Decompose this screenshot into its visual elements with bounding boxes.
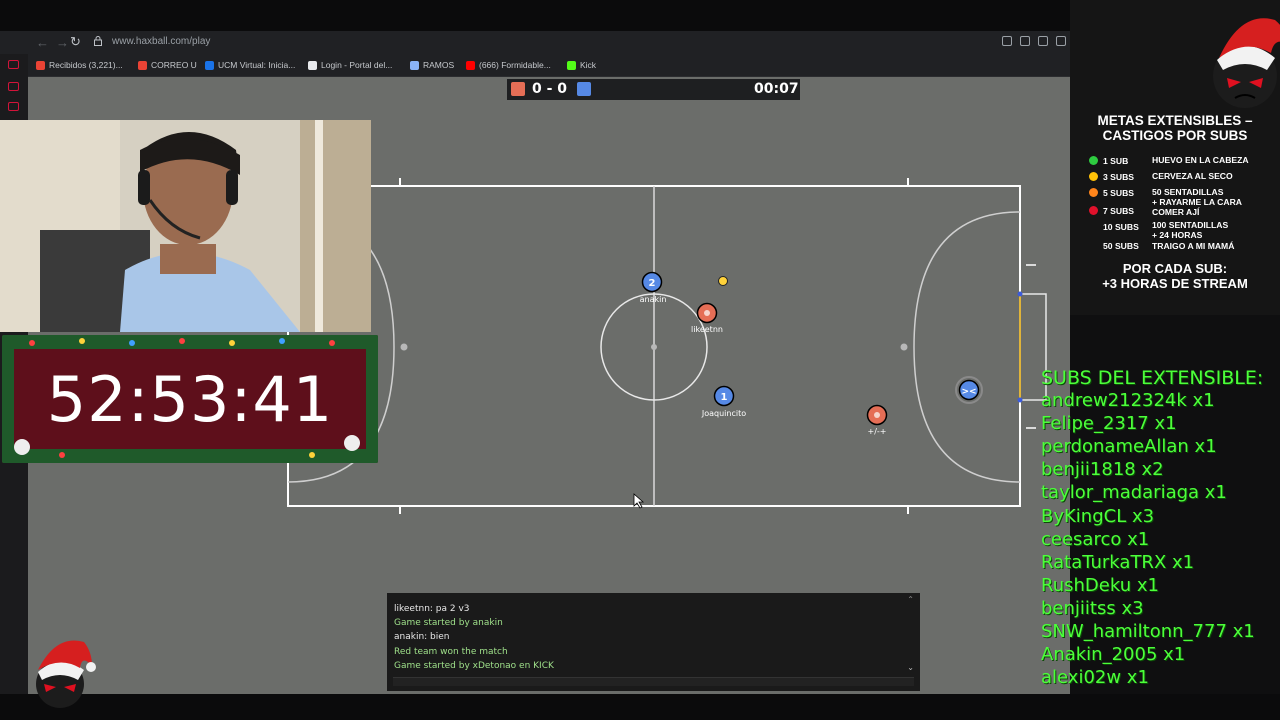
red-team-icon [511,82,525,96]
bookmark-ramos[interactable]: RAMOS [410,60,454,70]
ball [718,276,728,286]
youtube-icon [466,60,475,70]
forward-icon[interactable]: → [56,35,69,50]
score: 0 - 0 [532,81,568,97]
bookmark-ucm-virtual[interactable]: UCM Virtual: Inicia... [205,60,295,70]
penalty-subs: 5 SUBS [1103,188,1135,198]
screenshot-icon[interactable] [1020,36,1030,46]
right-area [913,211,1021,483]
kick-icon [567,60,576,70]
player-name: anakin [639,295,667,304]
penalty-desc: CERVEZA AL SECO [1152,171,1233,181]
goal-post [1017,397,1023,403]
chat-message: likeetnn: pa 2 v3 [394,604,470,614]
webcam-feed [0,120,371,332]
bookmark-kick[interactable]: Kick [567,60,596,70]
penalty-desc: COMER AJÍ [1152,207,1200,217]
chat-panel: ⌃ likeetnn: pa 2 v3 Game started by anak… [387,593,920,691]
sub-entry: taylor_madariaga x1 [1041,482,1227,503]
player-name: +/-+ [867,427,887,436]
penalty-subs: 1 SUB [1103,156,1129,166]
shield-icon[interactable] [1038,36,1048,46]
chat-input[interactable] [393,677,914,686]
sub-entry: ByKingCL x3 [1041,506,1155,527]
chat-message: anakin: bien [394,632,450,642]
penalty-subs: 50 SUBS [1103,241,1139,251]
browser-top-strip [0,0,1070,31]
ramos-icon [410,60,419,70]
player-disc-red-2 [866,404,888,426]
sub-entry: andrew212324k x1 [1041,390,1215,411]
subs-list-title: SUBS DEL EXTENSIBLE: [1041,367,1264,389]
chat-message: Game started by xDetonao en KICK [394,661,554,671]
sub-entry: SNW_hamiltonn_777 x1 [1041,621,1255,642]
bookmark-correo-u[interactable]: CORREO U [138,60,197,70]
player-disc-red-likeetnn [696,302,718,324]
panel-title: METAS EXTENSIBLES – CASTIGOS POR SUBS [1097,113,1253,143]
sub-entry: benjii1818 x2 [1041,459,1164,480]
penalty-desc: TRAIGO A MI MAMÁ [1152,241,1235,251]
chevron-down-icon[interactable]: ⌄ [907,663,914,672]
bookmark-icon[interactable] [1002,36,1012,46]
player-disc-blue-2: 2 [641,271,663,293]
svg-text:1: 1 [721,392,728,403]
side-panel-icon[interactable] [8,60,19,69]
panel-footer: POR CADA SUB: +3 HORAS DE STREAM [1102,261,1248,291]
sub-entry: benjiitss x3 [1041,598,1144,619]
bookmark-recibidos[interactable]: Recibidos (3,221)... [36,60,123,70]
player-name: Joaquincito [701,409,747,418]
chat-message: Game started by anakin [394,618,503,628]
address-bar: ← → ↻ www.haxball.com/play [0,31,1070,54]
player-name: likeetnn [691,325,723,334]
back-icon[interactable]: ← [36,35,49,50]
sub-entry: RushDeku x1 [1041,575,1159,596]
match-time: 00:07 [754,81,799,97]
countdown-timer: 52:53:41 [2,335,378,463]
penalty-subs: 7 SUBS [1103,206,1135,216]
taskbar-strip [0,694,1280,720]
sub-entry: perdonameAllan x1 [1041,436,1217,457]
svg-text:2: 2 [649,278,656,289]
sub-entry: Anakin_2005 x1 [1041,644,1186,665]
status-dot [1089,206,1098,215]
status-dot [1089,188,1098,197]
sub-entry: alexi02w x1 [1041,667,1149,688]
svg-text:><: >< [961,387,976,397]
penalty-subs: 10 SUBS [1103,222,1139,232]
gmail-icon [138,60,147,70]
bookmark-login-portal[interactable]: Login - Portal del... [308,60,392,70]
penalty-desc: HUEVO EN LA CABEZA [1152,155,1249,165]
side-panel-icon[interactable] [8,82,19,91]
goal-post [1017,291,1023,297]
page-icon [308,60,317,70]
webcam-image [0,120,371,332]
extensions-icon[interactable] [1056,36,1066,46]
chat-message: Red team won the match [394,647,508,657]
status-dot [1089,156,1098,165]
player-disc-blue-1: 1 [713,385,735,407]
blue-team-icon [577,82,591,96]
bookmarks-bar: Recibidos (3,221)... CORREO U UCM Virtua… [0,54,1070,77]
angry-santa-icon [36,640,96,708]
sub-entry: Felipe_2317 x1 [1041,413,1177,434]
angry-santa-icon [1213,18,1280,108]
subs-goals-panel: METAS EXTENSIBLES – CASTIGOS POR SUBS 1 … [1070,0,1280,315]
penalty-subs: 3 SUBS [1103,172,1135,182]
url-field[interactable]: www.haxball.com/play [112,36,210,47]
sub-entry: RataTurkaTRX x1 [1041,552,1195,573]
status-dot [1089,172,1098,181]
extension-icons [1002,36,1070,46]
side-panel-icon[interactable] [8,102,19,111]
sub-entry: ceesarco x1 [1041,529,1150,550]
lock-icon [94,36,102,46]
countdown-value: 52:53:41 [46,363,334,436]
gmail-icon [36,60,45,70]
bookmark-youtube[interactable]: (666) Formidable... [466,60,551,70]
penalty-desc: + 24 HORAS [1152,230,1203,240]
ucm-icon [205,60,214,70]
chevron-up-icon[interactable]: ⌃ [907,595,914,604]
player-disc-blue-3: >< [955,376,983,404]
reload-icon[interactable]: ↻ [70,34,81,50]
